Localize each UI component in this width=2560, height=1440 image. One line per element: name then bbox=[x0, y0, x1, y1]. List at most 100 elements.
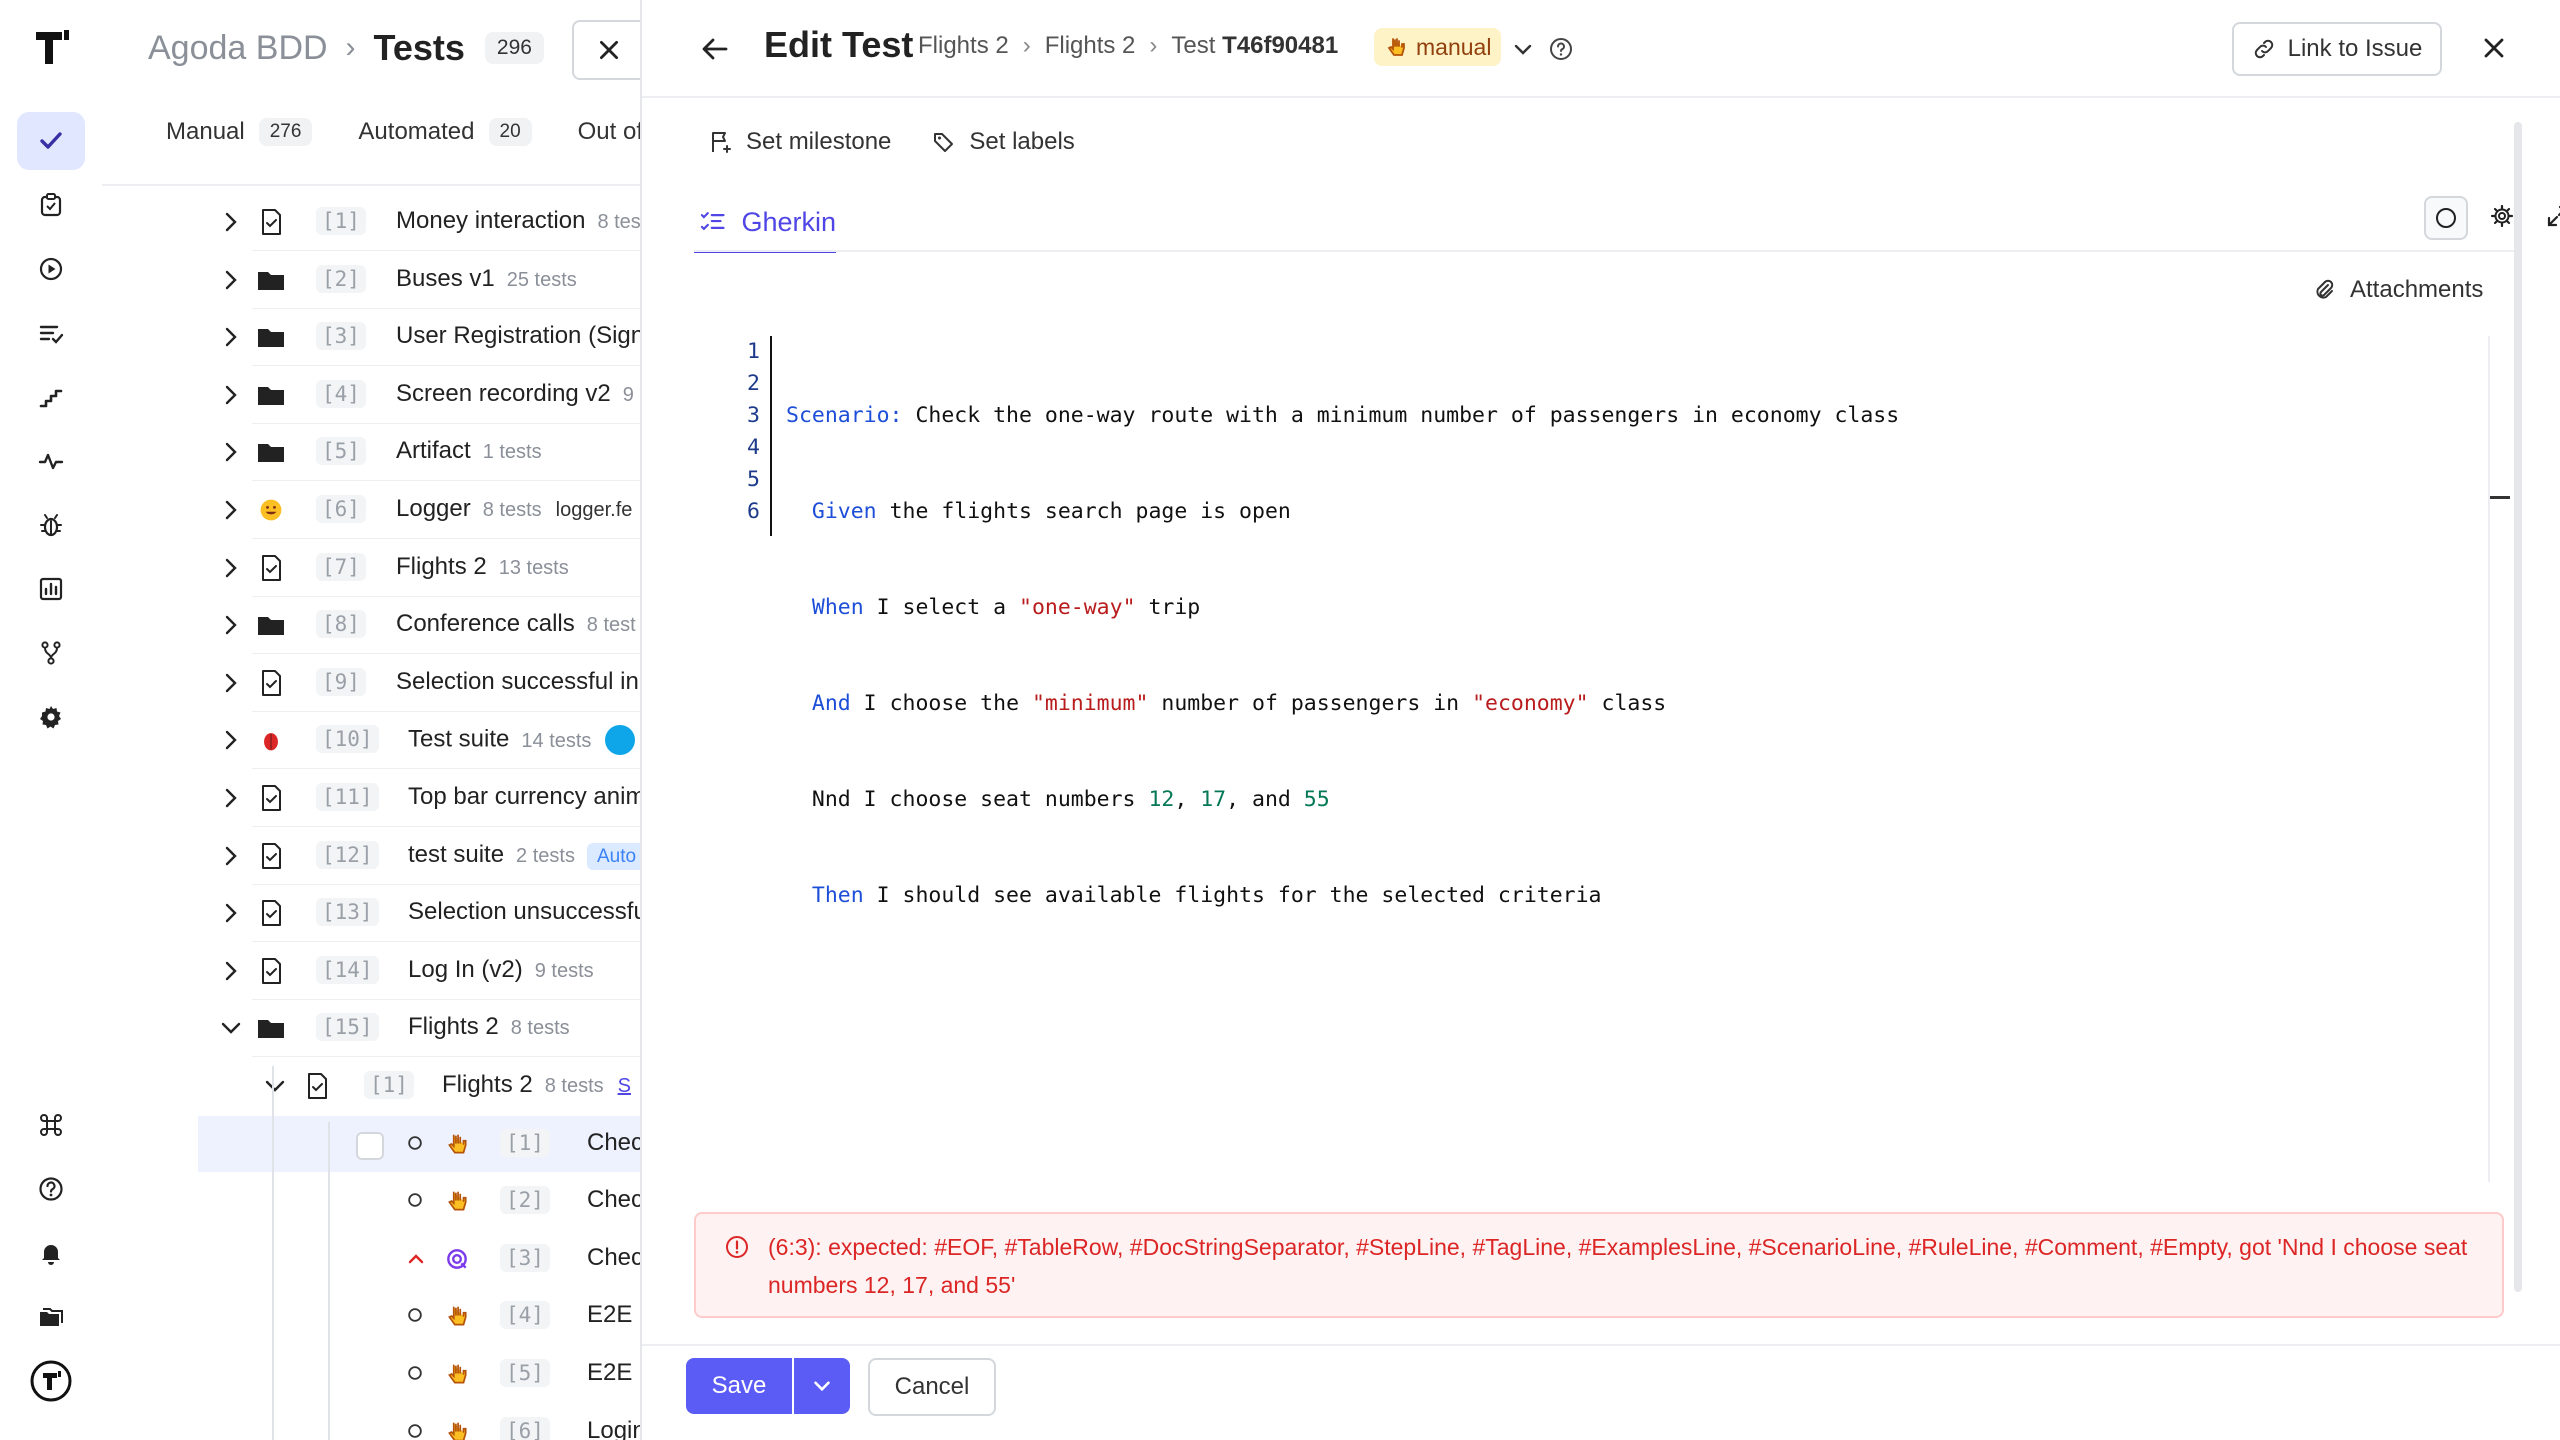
gherkin-editor[interactable]: 123456 Scenario: Check the one-way route… bbox=[712, 336, 2128, 1182]
panel-scrollbar[interactable] bbox=[2514, 122, 2522, 1292]
chevron-down-icon[interactable] bbox=[262, 1073, 288, 1099]
tree-row[interactable]: [3] User Registration (Sign bbox=[102, 309, 642, 365]
chevron-down-icon[interactable] bbox=[218, 1015, 244, 1041]
chevron-right-icon[interactable] bbox=[218, 439, 244, 465]
chevron-right-icon[interactable] bbox=[218, 497, 244, 523]
steps-icon[interactable] bbox=[17, 368, 85, 426]
set-milestone-button[interactable]: Set milestone bbox=[708, 128, 891, 156]
folders-icon[interactable] bbox=[17, 1288, 85, 1346]
pulse-icon[interactable] bbox=[17, 432, 85, 490]
tree-row[interactable]: [13] Selection unsuccessfu bbox=[102, 885, 642, 941]
row-index: [2] bbox=[500, 1186, 550, 1215]
row-index: [13] bbox=[316, 898, 379, 927]
play-circle-icon[interactable] bbox=[17, 240, 85, 298]
command-icon[interactable] bbox=[17, 1096, 85, 1154]
row-count: 8 tests bbox=[510, 1017, 570, 1040]
set-labels-button[interactable]: Set labels bbox=[931, 128, 1075, 156]
row-name-text: Conference calls bbox=[396, 610, 575, 638]
row-index: [10] bbox=[316, 725, 379, 754]
tab-manual[interactable]: Manual 276 bbox=[166, 118, 313, 146]
tree-row[interactable]: [9] Selection successful in bbox=[102, 655, 642, 711]
chevron-right-icon[interactable] bbox=[218, 382, 244, 408]
test-name: Login with unr bbox=[587, 1416, 642, 1440]
test-row[interactable]: [1] Check the one bbox=[198, 1115, 642, 1172]
chevron-right-icon[interactable] bbox=[218, 727, 244, 753]
app-logo-icon[interactable] bbox=[28, 24, 74, 70]
tests-check-icon[interactable] bbox=[17, 112, 85, 170]
tree-row-sub-suite[interactable]: [1] Flights 2 8 tests S bbox=[102, 1058, 642, 1114]
chevron-right-icon[interactable] bbox=[218, 209, 244, 235]
chevron-right-icon[interactable] bbox=[218, 267, 244, 293]
tree-row[interactable]: [15] Flights 2 8 tests bbox=[102, 1000, 642, 1056]
tree-row[interactable]: [8] Conference calls 8 test bbox=[102, 597, 642, 653]
editor-scrollbar[interactable] bbox=[2488, 336, 2490, 1182]
help-circle-icon[interactable] bbox=[1546, 34, 1576, 64]
tree-row[interactable]: [4] Screen recording v2 9 bbox=[102, 367, 642, 423]
row-link[interactable]: S bbox=[618, 1075, 631, 1097]
project-name[interactable]: Agoda BDD bbox=[148, 29, 328, 68]
bell-icon[interactable] bbox=[17, 1224, 85, 1282]
attachments-button[interactable]: Attachments bbox=[2312, 276, 2483, 304]
circle-toggle-button[interactable] bbox=[2424, 196, 2468, 240]
tree-row[interactable]: [14] Log In (v2) 9 tests bbox=[102, 943, 642, 999]
tree-row[interactable]: [5] Artifact 1 tests bbox=[102, 424, 642, 480]
tab-out-of-sync[interactable]: Out of bbox=[578, 118, 642, 146]
link-to-issue-button[interactable]: Link to Issue bbox=[2232, 22, 2442, 76]
save-button[interactable]: Save bbox=[686, 1358, 792, 1414]
breadcrumb-suite-1[interactable]: Flights 2 bbox=[918, 32, 1009, 60]
close-tree-button[interactable] bbox=[572, 20, 642, 80]
code-text: number of passengers in bbox=[1148, 691, 1473, 716]
tree-row[interactable]: [10] Test suite 14 tests bbox=[102, 712, 642, 768]
row-index: [5] bbox=[500, 1359, 550, 1387]
chevron-right-icon[interactable] bbox=[218, 612, 244, 638]
tree-row[interactable]: [7] Flights 2 13 tests bbox=[102, 540, 642, 596]
tab-gherkin[interactable]: Gherkin bbox=[694, 194, 836, 253]
status-circle-icon bbox=[406, 1364, 424, 1387]
error-alert-icon bbox=[726, 1236, 748, 1258]
row-checkbox[interactable] bbox=[356, 1131, 384, 1160]
row-name-text: Selection successful in bbox=[396, 667, 639, 695]
chevron-right-icon[interactable] bbox=[218, 958, 244, 984]
branch-icon[interactable] bbox=[17, 624, 85, 682]
test-row[interactable]: [2] Check the one bbox=[198, 1173, 642, 1229]
chevron-right-icon[interactable] bbox=[218, 843, 244, 869]
breadcrumb-suite-2[interactable]: Flights 2 bbox=[1045, 32, 1136, 60]
cancel-button[interactable]: Cancel bbox=[868, 1358, 996, 1416]
chevron-right-icon[interactable] bbox=[218, 670, 244, 696]
chevron-down-icon[interactable] bbox=[1510, 36, 1536, 62]
help-icon[interactable] bbox=[17, 1160, 85, 1218]
code-lines[interactable]: Scenario: Check the one-way route with a… bbox=[786, 336, 1899, 976]
save-options-button[interactable] bbox=[794, 1358, 850, 1414]
expand-button[interactable] bbox=[2538, 196, 2560, 236]
back-arrow-icon[interactable] bbox=[698, 32, 732, 66]
tree-row[interactable]: [1] Money interaction 8 tes bbox=[102, 194, 642, 250]
panel-title: Edit Test bbox=[764, 24, 914, 65]
chevron-right-icon[interactable] bbox=[218, 785, 244, 811]
row-name-text: Top bar currency anim bbox=[408, 783, 642, 810]
chevron-right-icon[interactable] bbox=[218, 900, 244, 926]
tree-row[interactable]: [2] Buses v1 25 tests bbox=[102, 252, 642, 308]
test-row[interactable]: [4] E2E - Login wit bbox=[198, 1288, 642, 1344]
breadcrumb-separator: › bbox=[1022, 32, 1031, 59]
settings-gear-icon[interactable] bbox=[17, 688, 85, 746]
runs-clipboard-icon[interactable] bbox=[17, 176, 85, 234]
analytics-chart-icon[interactable] bbox=[17, 560, 85, 618]
row-name-text: Flights 2 bbox=[408, 1013, 499, 1041]
tree-row[interactable]: [6] Logger 8 tests logger.fe bbox=[102, 482, 642, 538]
tree-row[interactable]: [11] Top bar currency anim bbox=[102, 770, 642, 826]
test-row[interactable]: [3] Check the rour bbox=[198, 1231, 642, 1287]
profile-logo-icon[interactable] bbox=[17, 1352, 85, 1410]
chevron-right-icon[interactable] bbox=[218, 555, 244, 581]
tree-row[interactable]: [12] test suite 2 tests Auto bbox=[102, 828, 642, 884]
automated-badge: Auto bbox=[586, 842, 642, 870]
chevron-right-icon[interactable] bbox=[218, 324, 244, 350]
gherkin-list-icon bbox=[700, 212, 725, 231]
bug-icon[interactable] bbox=[17, 496, 85, 554]
code-line-2: Given the flights search page is open bbox=[786, 496, 1899, 528]
test-row[interactable]: [5] E2E - Login wit bbox=[198, 1346, 642, 1402]
test-row[interactable]: [6] Login with unr bbox=[198, 1404, 642, 1440]
plans-list-icon[interactable] bbox=[17, 304, 85, 362]
test-type-badge[interactable]: manual bbox=[1374, 28, 1502, 66]
tab-automated[interactable]: Automated 20 bbox=[358, 118, 532, 146]
close-panel-icon[interactable] bbox=[2478, 32, 2510, 64]
